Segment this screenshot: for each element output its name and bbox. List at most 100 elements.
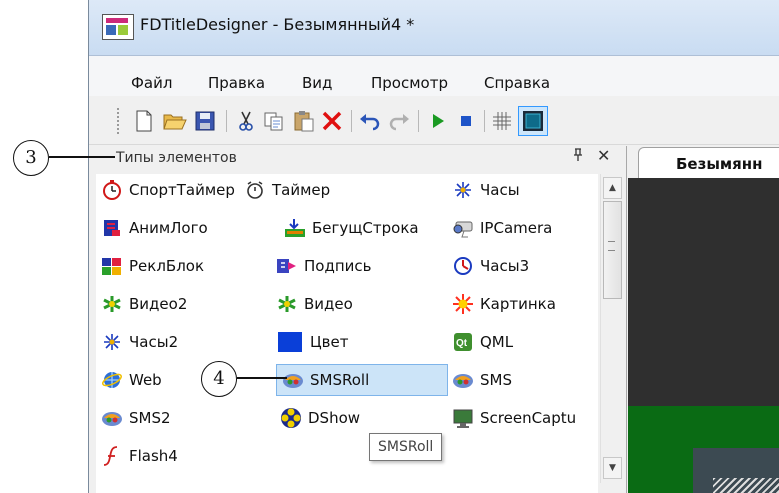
- menu-preview[interactable]: Просмотр: [371, 74, 448, 92]
- screen-capture-icon: [452, 407, 474, 429]
- list-item-label: Цвет: [310, 333, 349, 351]
- list-item-sms[interactable]: SMS: [452, 366, 512, 394]
- anim-logo-icon: [101, 217, 123, 239]
- design-canvas[interactable]: [628, 178, 779, 406]
- list-item-label: QML: [480, 333, 514, 351]
- clock-icon: [452, 179, 474, 201]
- toolbar-grip[interactable]: [117, 108, 122, 134]
- close-icon[interactable]: ✕: [597, 146, 610, 165]
- list-item-picture[interactable]: Картинка: [452, 290, 556, 318]
- app-icon: [102, 14, 134, 40]
- list-item-video2[interactable]: Видео2: [101, 290, 187, 318]
- pin-icon[interactable]: [571, 148, 585, 166]
- callout-marker: 4: [201, 361, 237, 397]
- list-item-clock2[interactable]: Часы2: [101, 328, 178, 356]
- sms2-icon: [101, 407, 123, 429]
- color-icon: [276, 331, 304, 353]
- scrollbar-grip-icon: [608, 241, 615, 251]
- caption-icon: [276, 255, 298, 277]
- save-icon[interactable]: [192, 108, 218, 134]
- video-icon: [276, 293, 298, 315]
- list-item-label: ScreenCaptu: [480, 409, 577, 427]
- list-item-clock[interactable]: Часы: [452, 176, 520, 204]
- dshow-icon: [280, 407, 302, 429]
- list-item-timer[interactable]: Таймер: [244, 176, 330, 204]
- frame-icon[interactable]: [518, 106, 548, 136]
- list-item-label: Часы: [480, 181, 520, 199]
- copy-icon[interactable]: [261, 108, 287, 134]
- canvas-hatch-pattern: [713, 478, 779, 493]
- toolbar-separator: [418, 110, 419, 132]
- list-item-label: АнимЛого: [129, 219, 208, 237]
- redo-icon[interactable]: [386, 108, 412, 134]
- undo-icon[interactable]: [357, 108, 383, 134]
- toolbar-separator: [351, 110, 352, 132]
- timer-icon: [244, 179, 266, 201]
- flash-icon: [101, 445, 123, 467]
- list-item-label: IPCamera: [480, 219, 553, 237]
- list-item-label: Видео: [304, 295, 353, 313]
- list-item-dshow[interactable]: DShow: [280, 404, 360, 432]
- list-item-clock3[interactable]: Часы3: [452, 252, 529, 280]
- toolbar-separator: [226, 110, 227, 132]
- sms-icon: [452, 369, 474, 391]
- clock2-icon: [101, 331, 123, 353]
- list-item-ip-camera[interactable]: IPCamera: [452, 214, 552, 242]
- toolbar-separator: [484, 110, 485, 132]
- cut-icon[interactable]: [233, 108, 259, 134]
- delete-icon[interactable]: [319, 108, 345, 134]
- grid-icon[interactable]: [489, 108, 515, 134]
- list-item-label: SMSRoll: [310, 371, 370, 389]
- list-item-flash[interactable]: Flash4: [101, 442, 178, 470]
- list-item-ticker[interactable]: БегущСтрока: [284, 214, 419, 242]
- svg-text:Qt: Qt: [456, 338, 468, 349]
- smsroll-icon: [282, 369, 304, 391]
- web-icon: [101, 369, 123, 391]
- ticker-icon: [284, 217, 306, 239]
- scroll-down-arrow-icon[interactable]: ▼: [603, 457, 622, 479]
- menu-file[interactable]: Файл: [131, 74, 172, 92]
- list-item-ad-block[interactable]: РеклБлок: [101, 252, 204, 280]
- list-item-smsroll[interactable]: SMSRoll: [276, 364, 448, 396]
- new-file-icon[interactable]: [131, 108, 157, 134]
- list-item-caption[interactable]: Подпись: [276, 252, 371, 280]
- list-item-color[interactable]: Цвет: [276, 328, 348, 356]
- list-item-label: SMS2: [129, 409, 171, 427]
- scroll-up-arrow-icon[interactable]: ▲: [603, 177, 622, 199]
- stop-icon[interactable]: [453, 108, 479, 134]
- list-item-label: SMS: [480, 371, 512, 389]
- sport-timer-icon: [101, 179, 123, 201]
- list-item-label: Часы3: [480, 257, 530, 275]
- list-item-label: Подпись: [304, 257, 372, 275]
- ad-block-icon: [101, 255, 123, 277]
- callout-marker: 3: [13, 140, 49, 176]
- callout-line: [237, 377, 287, 379]
- callout-line: [49, 156, 115, 158]
- tooltip: SMSRoll: [369, 433, 443, 461]
- menu-view[interactable]: Вид: [302, 74, 332, 92]
- list-item-web[interactable]: Web: [101, 366, 162, 394]
- list-item-label: СпортТаймер: [129, 181, 235, 199]
- list-item-label: Web: [129, 371, 162, 389]
- play-icon[interactable]: [425, 108, 451, 134]
- list-item-label: Таймер: [272, 181, 331, 199]
- open-folder-icon[interactable]: [162, 108, 188, 134]
- list-item-label: БегущСтрока: [312, 219, 419, 237]
- list-item-label: Flash4: [129, 447, 178, 465]
- list-item-label: Картинка: [480, 295, 556, 313]
- list-item-video[interactable]: Видео: [276, 290, 353, 318]
- list-item-qml[interactable]: Qt QML: [452, 328, 513, 356]
- list-item-sms2[interactable]: SMS2: [101, 404, 171, 432]
- list-item-label: Видео2: [129, 295, 188, 313]
- paste-icon[interactable]: [291, 108, 317, 134]
- list-item-sport-timer[interactable]: СпортТаймер: [101, 176, 235, 204]
- picture-icon: [452, 293, 474, 315]
- list-item-label: Часы2: [129, 333, 179, 351]
- qml-icon: Qt: [452, 331, 474, 353]
- list-item-label: РеклБлок: [129, 257, 205, 275]
- list-item-screen-capture[interactable]: ScreenCaptu: [452, 404, 576, 432]
- clock3-icon: [452, 255, 474, 277]
- menu-help[interactable]: Справка: [484, 74, 550, 92]
- menu-edit[interactable]: Правка: [208, 74, 265, 92]
- list-item-anim-logo[interactable]: АнимЛого: [101, 214, 208, 242]
